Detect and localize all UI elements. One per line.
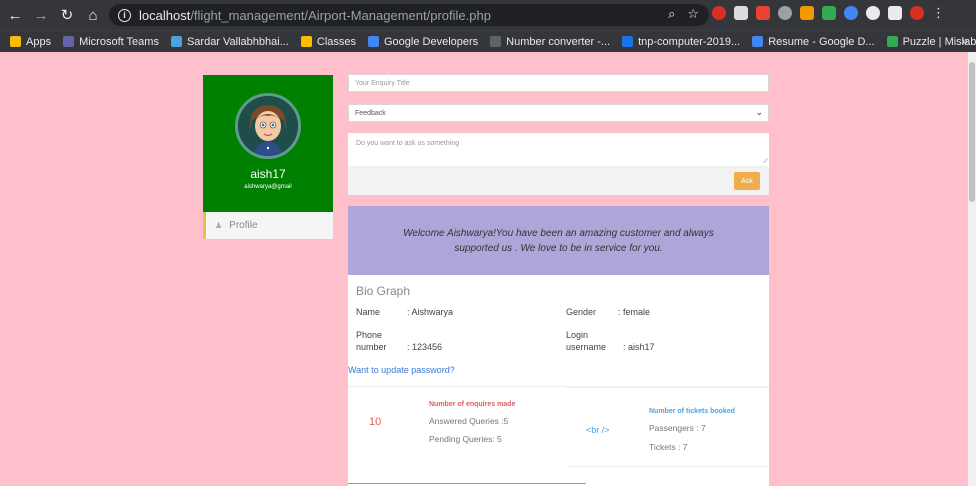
name-value: : Aishwarya [407, 307, 454, 317]
extension-icon[interactable] [712, 6, 726, 20]
bookmark-resume[interactable]: Resume - Google D... [752, 36, 875, 48]
profile-card: aish17 aishwarya@gmail [203, 75, 333, 212]
bookmark-number-converter[interactable]: Number converter -... [490, 36, 610, 48]
search-icon[interactable]: ⌕ [668, 6, 675, 22]
google-developers-icon [368, 36, 379, 47]
bio-graph-panel: Bio Graph Name : Aishwarya Gender : fema… [348, 275, 769, 486]
name-label: Name [356, 307, 381, 317]
enquiries-title: Number of enquires made [429, 401, 516, 408]
docs-icon [752, 36, 764, 47]
phone-label-line2: number [356, 342, 387, 352]
stray-br-text: <br /> [586, 425, 610, 435]
extension-icon[interactable] [844, 6, 858, 20]
tickets-count: Tickets : 7 [649, 442, 688, 452]
welcome-banner: Welcome Aishwarya!You have been an amazi… [348, 206, 769, 275]
bookmark-apps[interactable]: Apps [10, 36, 51, 48]
sidebar-item-label: Profile [229, 220, 258, 231]
back-icon[interactable]: ← [4, 7, 26, 24]
enquiry-title-input[interactable]: Your Enquiry Title [348, 74, 769, 92]
star-icon[interactable]: ☆ [687, 6, 699, 22]
classroom-icon [300, 36, 312, 47]
info-icon[interactable]: i [118, 8, 131, 22]
update-password-link[interactable]: Want to update password? [348, 365, 455, 375]
teams-icon [63, 36, 75, 47]
extensions-bar: ⋮ [712, 6, 945, 20]
answered-queries: Answered Queries :5 [429, 416, 509, 426]
chevron-down-icon: ⌄ [755, 107, 763, 117]
enquiries-stat: 10 Number of enquires made Answered Quer… [348, 387, 558, 467]
extension-icon[interactable] [756, 6, 770, 20]
enquiry-type-select[interactable]: Feedback ⌄ [348, 104, 769, 122]
phone-label: Phone [356, 330, 383, 340]
bio-graph-title: Bio Graph [356, 284, 411, 298]
pending-queries: Pending Queries: 5 [429, 434, 502, 444]
ask-button[interactable]: Ask [734, 172, 760, 190]
url-path: /flight_management/Airport-Management/pr… [190, 7, 491, 23]
bottom-divider [348, 483, 586, 484]
url-host: localhost [139, 7, 191, 23]
forward-icon[interactable]: → [30, 7, 52, 24]
login-label: Login [566, 330, 589, 340]
apps-icon [10, 36, 21, 47]
briefcase-icon [490, 36, 502, 47]
extension-icon[interactable] [778, 6, 792, 20]
enquiry-type-value: Feedback [355, 109, 386, 117]
welcome-message: Welcome Aishwarya!You have been an amazi… [403, 227, 714, 254]
passengers-count: Passengers : 7 [649, 423, 706, 433]
tickets-title: Number of tickets booked [649, 408, 735, 415]
gender-value: : female [618, 307, 651, 317]
reload-icon[interactable]: ↻ [56, 6, 78, 24]
extension-icon[interactable] [866, 6, 880, 20]
scrollbar-thumb[interactable] [969, 62, 975, 202]
puzzle-site-icon [886, 36, 898, 47]
puzzle-icon[interactable] [888, 6, 902, 20]
chat-icon [622, 36, 634, 47]
extension-icon[interactable] [800, 6, 814, 20]
enquiry-message-textarea[interactable]: Do you want to ask us something ∕∕ [348, 133, 769, 166]
user-icon: ♟ [215, 221, 223, 230]
sidebar-item-profile[interactable]: ♟ Profile [203, 212, 333, 239]
bookmarks-overflow-icon[interactable]: » [961, 34, 968, 48]
profile-email: aishwarya@gmail [244, 184, 292, 190]
profile-avatar-icon[interactable] [910, 6, 924, 20]
home-icon[interactable]: ⌂ [82, 7, 104, 24]
kebab-menu-icon[interactable]: ⋮ [932, 6, 945, 20]
camera-extension-icon[interactable] [734, 6, 748, 20]
bookmark-teams[interactable]: Microsoft Teams [63, 36, 159, 48]
tickets-stat: <br /> Number of tickets booked Passenge… [566, 387, 769, 467]
login-label-line2: username [566, 342, 607, 352]
profile-username: aish17 [250, 167, 286, 181]
bookmark-google-developers[interactable]: Google Developers [368, 36, 478, 48]
form-actions [348, 166, 769, 195]
enquiry-message-placeholder: Do you want to ask us something [356, 140, 460, 147]
gender-label: Gender [566, 307, 597, 317]
bookmarks-bar: Apps Microsoft Teams Sardar Vallabhbhai.… [0, 30, 976, 52]
bookmark-classes[interactable]: Classes [300, 36, 356, 48]
extension-icon[interactable] [822, 6, 836, 20]
phone-value: : 123456 [407, 342, 443, 352]
bookmark-site-icon [170, 36, 182, 47]
browser-toolbar: ← → ↻ ⌂ i localhost /flight_management/A… [0, 0, 976, 30]
bookmark-tnp[interactable]: tnp-computer-2019... [622, 36, 740, 48]
login-value: : aish17 [623, 342, 655, 352]
resize-handle-icon[interactable]: ∕∕ [765, 158, 767, 165]
enquiries-count: 10 [369, 416, 382, 428]
page-scrollbar[interactable] [968, 52, 976, 486]
bookmark-svnit[interactable]: Sardar Vallabhbhai... [170, 36, 289, 48]
avatar [235, 93, 301, 159]
address-bar[interactable]: i localhost /flight_management/Airport-M… [109, 4, 709, 26]
